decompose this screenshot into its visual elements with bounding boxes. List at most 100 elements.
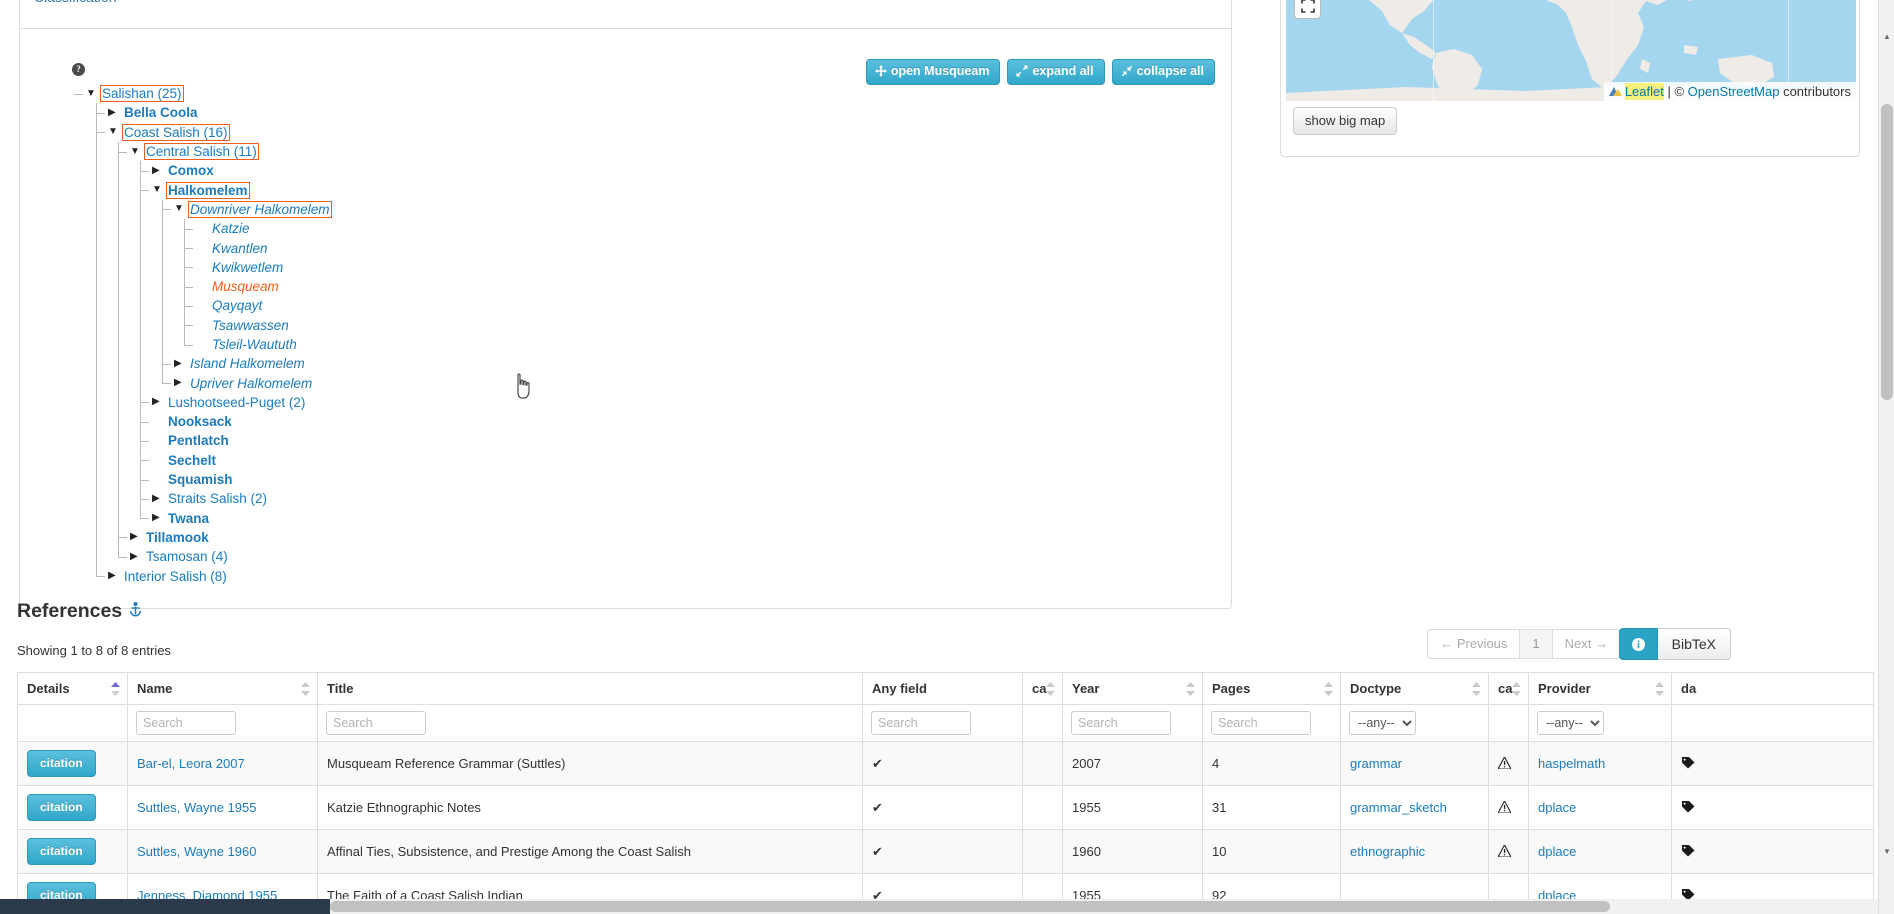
tree-node-label[interactable]: Comox [167,163,215,178]
column-header-any-field[interactable]: Any field [862,672,1023,705]
tree-node-label[interactable]: Nooksack [167,414,233,429]
tree-node-label[interactable]: Qayqayt [211,298,263,313]
tree-node-label[interactable]: Bella Coola [123,105,199,120]
leaflet-link[interactable]: Leaflet [1624,83,1664,100]
reference-name-link[interactable]: Bar-el, Leora 2007 [137,756,245,771]
provider-link[interactable]: haspelmath [1538,756,1605,771]
tree-collapse-triangle-icon[interactable]: ▼ [130,146,145,157]
provider-link[interactable]: dplace [1538,844,1576,859]
show-big-map-button[interactable]: show big map [1293,107,1398,135]
tree-node-label[interactable]: Upriver Halkomelem [189,376,313,391]
tree-node-label[interactable]: Sechelt [167,453,217,468]
tree-expand-triangle-icon[interactable]: ▶ [130,551,145,562]
tree-expand-triangle-icon[interactable]: ▶ [152,513,167,523]
scroll-up-arrow[interactable]: ▲ [1879,28,1894,44]
doctype-link[interactable]: grammar_sketch [1350,800,1447,815]
column-header-name[interactable]: Name [127,672,318,705]
tree-collapse-triangle-icon[interactable]: ▼ [108,127,123,137]
open-musqueam-button[interactable]: open Musqueam [865,59,1001,85]
tree-node-label[interactable]: Interior Salish (8) [123,569,228,584]
column-header-ca[interactable]: ca [1488,672,1529,705]
tree-node-label[interactable]: Straits Salish (2) [167,491,268,506]
tree-node-label[interactable]: Squamish [167,472,234,487]
doctype-link[interactable]: grammar [1350,756,1402,771]
classification-heading-link[interactable]: Classification [34,0,116,5]
tree-node-label[interactable]: Salishan (25) [100,85,184,103]
tree-node-label[interactable]: Tsawwassen [211,318,290,333]
expand-all-button[interactable]: expand all [1007,59,1105,85]
tree-node-label[interactable]: Tillamook [145,530,210,545]
year-search-input[interactable] [1071,711,1171,735]
doctype-link[interactable]: ethnographic [1350,844,1425,859]
tree-node-label[interactable]: Halkomelem [166,181,250,199]
next-page-button[interactable]: Next → [1552,629,1621,659]
tree-collapse-triangle-icon[interactable]: ▼ [86,88,101,99]
tree-node-label[interactable]: Tsleil-Waututh [211,337,298,352]
tree-node-label[interactable]: Kwantlen [211,241,269,256]
tree-node-label[interactable]: Kwikwetlem [211,260,284,275]
anchor-icon[interactable] [129,602,142,621]
reference-title-cell: Affinal Ties, Subsistence, and Prestige … [317,829,863,874]
collapse-all-button[interactable]: collapse all [1111,59,1215,85]
tree-node: ▶ Tsamosan (4) [64,547,1217,567]
tree-expand-triangle-icon[interactable]: ▶ [130,532,145,542]
bibtex-button[interactable]: BibTeX [1657,628,1731,660]
column-header-ca[interactable]: ca [1022,672,1063,705]
doctype-select[interactable]: --any-- [1349,711,1416,735]
pages-search-input[interactable] [1211,711,1311,735]
tree-guide [64,412,86,431]
tree-guide [108,315,130,336]
reference-name-link[interactable]: Suttles, Wayne 1960 [137,844,256,859]
tree-node-label[interactable]: Pentlatch [167,433,230,448]
tree-node-label[interactable]: Downriver Halkomelem [188,200,332,218]
current-page-number[interactable]: 1 [1520,629,1553,659]
tree-expand-triangle-icon[interactable]: ▶ [108,571,123,581]
column-header-doctype[interactable]: Doctype [1340,672,1489,705]
tree-expand-triangle-icon[interactable]: ▶ [108,107,123,118]
tree-expand-triangle-icon[interactable]: ▶ [174,378,189,388]
tree-expand-triangle-icon[interactable]: ▶ [152,493,167,504]
map-card: Leaflet | © OpenStreetMap contributors +… [1280,0,1860,157]
tree-node-label[interactable]: Tsamosan (4) [145,549,229,564]
previous-page-button[interactable]: ← Previous [1427,629,1521,659]
leaflet-map[interactable]: Leaflet | © OpenStreetMap contributors [1286,0,1856,101]
fullscreen-icon[interactable] [1294,0,1321,19]
provider-select[interactable]: --any-- [1537,711,1604,735]
reference-name-link[interactable]: Suttles, Wayne 1955 [137,800,256,815]
tree-node-label[interactable]: Twana [167,511,210,526]
column-header-pages[interactable]: Pages [1202,672,1341,705]
anyfield-search-input[interactable] [871,711,971,735]
info-icon[interactable] [1618,628,1658,660]
vertical-scroll-thumb[interactable] [1881,104,1893,400]
tree-guide [152,199,174,220]
tree-expand-triangle-icon[interactable]: ▶ [152,165,167,176]
tree-collapse-triangle-icon[interactable]: ▼ [152,185,167,195]
scroll-down-arrow[interactable]: ▼ [1879,843,1894,859]
horizontal-scrollbar[interactable] [330,899,1878,914]
horizontal-scroll-thumb[interactable] [330,901,1610,912]
citation-button[interactable]: citation [27,794,96,821]
tree-node-label[interactable]: Musqueam [211,279,280,294]
tree-expand-triangle-icon[interactable]: ▶ [174,358,189,369]
tree-node-label[interactable]: Katzie [211,221,251,236]
title-search-input[interactable] [326,711,426,735]
provider-link[interactable]: dplace [1538,800,1576,815]
column-header-title[interactable]: Title [317,672,863,705]
tree-node-label[interactable]: Lushootseed-Puget (2) [167,395,306,410]
column-header-year[interactable]: Year [1062,672,1203,705]
tree-collapse-triangle-icon[interactable]: ▼ [174,204,189,214]
citation-button[interactable]: citation [27,750,96,777]
tree-node-label[interactable]: Island Halkomelem [189,356,306,371]
vertical-scrollbar[interactable]: ▲ ▼ [1878,0,1894,914]
help-icon[interactable]: ? [72,63,85,76]
name-search-input[interactable] [136,711,236,735]
tree-node-label[interactable]: Coast Salish (16) [122,123,230,141]
citation-button[interactable]: citation [27,838,96,865]
tree-expand-triangle-icon[interactable]: ▶ [152,397,167,407]
collapse-icon [1121,65,1133,77]
column-header-da[interactable]: da [1671,672,1874,705]
column-header-provider[interactable]: Provider [1528,672,1672,705]
tree-node-label[interactable]: Central Salish (11) [144,143,259,161]
openstreetmap-link[interactable]: OpenStreetMap [1688,84,1780,99]
column-header-details[interactable]: Details [17,672,128,705]
